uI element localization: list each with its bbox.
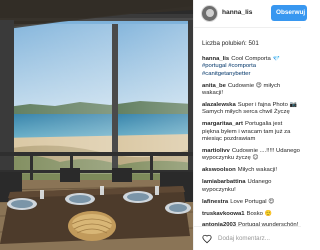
comment-username[interactable]: margaritaa_art [202,121,243,127]
add-comment-input[interactable]: Dodaj komentarz... [218,235,270,242]
comment-username[interactable]: lamiabarbattina [202,179,246,185]
comment-username[interactable]: anita_be [202,83,226,89]
comment-item: anita_be Cudownie 😍 miłych wakacji! [202,83,301,98]
comment-username[interactable]: lafinestra [202,199,228,205]
comment-item: martiolivv Cudownie ....!!!!! Udanego wyp… [202,148,301,163]
heart-icon[interactable] [202,234,212,244]
follow-button[interactable]: Obserwuj [271,5,307,21]
comment-text: Cool Comporta 💎 [231,56,280,62]
comment-text: Miłych wakacji! [237,167,277,174]
likes-count[interactable]: Liczba polubień: 501 [202,40,259,47]
comment-username[interactable]: alazalewska [202,102,236,108]
comment-item: lafinestra Love Portugal 😍 [202,199,301,206]
comment-username[interactable]: truskavkoowa1 [202,211,245,217]
post-header: hanna_lis Obserwuj [194,0,307,28]
post-footer: Dodaj komentarz... [194,226,301,250]
comment-text: Bosko 🙂 [246,210,272,217]
comment-hashtags[interactable]: #portugal #comporta #canitgetanybetter [202,63,256,76]
author-username[interactable]: hanna_lis [222,9,252,16]
avatar[interactable] [201,5,218,22]
comment-username[interactable]: martiolivv [202,148,230,154]
post-side-panel: hanna_lis Obserwuj Liczba polubień: 501 … [193,0,307,250]
comment-text: Love Portugal 😍 [230,198,275,205]
comment-item: akswoolson Miłych wakacji! [202,167,301,174]
terrace-beach-photo [0,0,193,250]
comment-username[interactable]: akswoolson [202,167,236,173]
post-photo[interactable] [0,0,193,250]
comment-item: truskavkoowa1 Bosko 🙂 [202,211,301,218]
comment-item: margaritaa_art Portugalia jest piękna był… [202,121,301,143]
comment-item: hanna_lis Cool Comporta 💎 #portugal #comp… [202,56,301,78]
comment-item: alazalewska Super i fajna Photo 📷 Samych … [202,102,301,117]
comments-list: hanna_lis Cool Comporta 💎 #portugal #comp… [202,56,301,226]
comment-username[interactable]: hanna_lis [202,56,229,62]
comment-item: lamiabarbattina Udanego wypoczynku! [202,179,301,194]
